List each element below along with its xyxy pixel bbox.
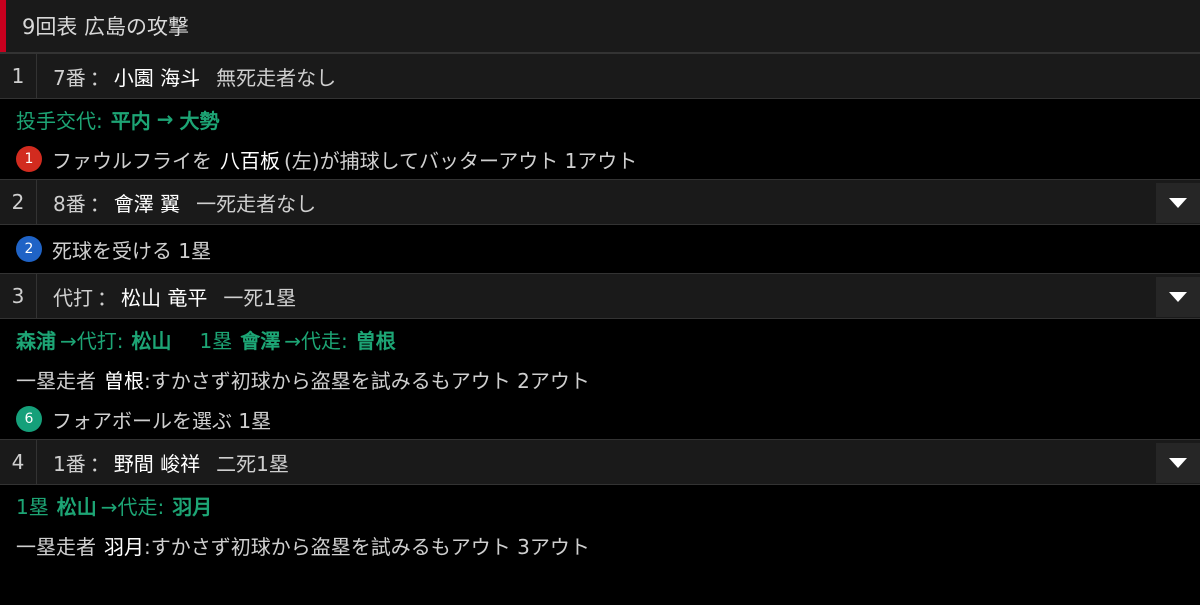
runner-base: 1塁 [16,494,49,519]
batting-order: 7番 [53,65,86,90]
batter-info: 代打 ： 松山 竜平 一死1塁 [53,282,296,311]
steal-line: 一塁走者 曽根 :すかさず初球から盗塁を試みるもアウト 2アウト [16,359,1184,399]
pitcher-change-label: 投手交代: [16,108,103,133]
batting-order: 代打 [53,285,93,310]
inning-header: 9回表 広島の攻撃 [0,0,1200,53]
result-line: 1 ファウルフライを 八百板 (左)が捕球してバッターアウト 1アウト [16,139,1184,179]
steal-text: :すかさず初球から盗塁を試みるもアウト 2アウト [144,368,590,393]
runner-from: 松山 [56,494,97,519]
batter-name: 小園 海斗 [113,65,201,90]
result-text: フォアボールを選ぶ 1塁 [52,408,272,433]
runner-to: 羽月 [172,494,213,519]
chevron-down-icon [1169,458,1187,468]
expand-toggle-button[interactable] [1156,277,1200,317]
batter-number: 2 [0,180,37,224]
result-line: 2 死球を受ける 1塁 [16,229,1184,269]
substitution-line: 1塁 松山 →代走: 羽月 [16,485,1184,525]
batter-row-2: 2 8番 ： 會澤 翼 一死走者なし [0,179,1200,225]
result-text: ファウルフライを [52,148,212,173]
pitch-count-circle: 1 [16,146,42,172]
batting-order: 8番 [53,191,86,216]
expand-toggle-button[interactable] [1156,183,1200,223]
steal-prefix: 一塁走者 [16,534,96,559]
steal-text: :すかさず初球から盗塁を試みるもアウト 3アウト [144,534,590,559]
base-situation: 一死1塁 [223,285,297,310]
separator: ： [89,65,110,90]
chevron-down-icon [1169,292,1187,302]
sub-from: 森浦 [16,328,56,353]
separator: ： [89,191,110,216]
pitcher-from: 平内 [110,108,151,133]
batter-info: 8番 ： 會澤 翼 一死走者なし [53,188,316,217]
runner-to: 曽根 [355,328,396,353]
base-situation: 二死1塁 [216,451,289,476]
chevron-down-icon [1169,198,1187,208]
base-situation: 無死走者なし [216,65,337,90]
batter-number: 4 [0,440,37,484]
runner-arrow: →代走: [100,494,165,519]
pitcher-change-line: 投手交代: 平内 → 大勢 [16,99,1184,139]
separator: ： [89,451,110,476]
batter-row-4: 4 1番 ： 野間 峻祥 二死1塁 [0,439,1200,485]
batter-4-events: 1塁 松山 →代走: 羽月 一塁走者 羽月 :すかさず初球から盗塁を試みるもアウ… [0,485,1200,565]
runner-name: 羽月 [104,534,144,559]
result-text: 死球を受ける 1塁 [52,238,212,263]
arrow: → [156,107,174,131]
batter-info: 7番 ： 小園 海斗 無死走者なし [53,62,336,91]
batter-name: 松山 竜平 [121,285,208,310]
runner-name: 曽根 [104,368,144,393]
batter-number: 1 [0,54,37,98]
batting-order: 1番 [53,451,86,476]
sub-to: 松山 [131,328,172,353]
pitch-count-circle: 6 [16,406,42,432]
steal-line: 一塁走者 羽月 :すかさず初球から盗塁を試みるもアウト 3アウト [16,525,1184,565]
batter-3-events: 森浦 →代打: 松山 1塁 會澤 →代走: 曽根 一塁走者 曽根 :すかさず初球… [0,319,1200,439]
pitcher-to: 大勢 [179,108,220,133]
pitch-count-circle: 2 [16,236,42,262]
expand-toggle-button[interactable] [1156,443,1200,483]
batter-2-events: 2 死球を受ける 1塁 [0,225,1200,273]
base-situation: 一死走者なし [196,191,317,216]
separator: ： [97,285,117,310]
steal-prefix: 一塁走者 [16,368,96,393]
inning-accent-bar [0,0,6,52]
sub-arrow: →代打: [60,328,124,353]
result-text: (左)が捕球してバッターアウト 1アウト [284,148,638,173]
batter-1-events: 投手交代: 平内 → 大勢 1 ファウルフライを 八百板 (左)が捕球してバッタ… [0,99,1200,179]
batter-name: 野間 峻祥 [113,451,201,476]
batter-row-1: 1 7番 ： 小園 海斗 無死走者なし [0,53,1200,99]
runner-from: 會澤 [240,328,281,353]
substitution-line: 森浦 →代打: 松山 1塁 會澤 →代走: 曽根 [16,319,1184,359]
result-line: 6 フォアボールを選ぶ 1塁 [16,399,1184,439]
runner-base: 1塁 [199,328,233,353]
batter-info: 1番 ： 野間 峻祥 二死1塁 [53,448,289,477]
batter-row-3: 3 代打 ： 松山 竜平 一死1塁 [0,273,1200,319]
fielder-name: 八百板 [220,148,280,173]
runner-arrow: →代走: [284,328,348,353]
batter-name: 會澤 翼 [113,191,181,216]
batter-number: 3 [0,274,37,318]
inning-title: 9回表 広島の攻撃 [22,15,190,39]
